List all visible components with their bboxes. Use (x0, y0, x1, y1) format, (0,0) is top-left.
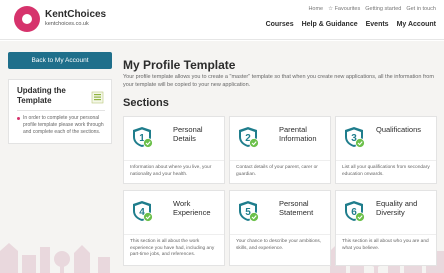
site-logo[interactable]: KentChoices kentchoices.co.uk (14, 6, 106, 32)
shield-check-icon: 1 (133, 127, 153, 148)
shield-check-icon: 3 (345, 127, 365, 148)
card-title: Personal Statement (279, 199, 314, 217)
card-title: Work Experience (173, 199, 211, 217)
util-nav-get-in-touch[interactable]: Get in touch (406, 6, 436, 12)
card-title: Parental Information (279, 125, 317, 143)
section-card-work-experience[interactable]: 4 Work Experience This section is all ab… (123, 190, 225, 266)
util-nav-favourites[interactable]: ☆ Favourites (328, 6, 360, 12)
side-card-title: Updating the Template (17, 86, 66, 105)
card-description: Contact details of your parent, carer or… (236, 165, 318, 177)
nav-help-guidance[interactable]: Help & Guidance (302, 21, 358, 28)
nav-courses[interactable]: Courses (266, 21, 294, 28)
util-nav-home[interactable]: Home (308, 6, 323, 12)
updating-template-card: Updating the Template In order to comple… (8, 79, 112, 145)
card-description: Your chance to describe your ambitions, … (236, 239, 322, 251)
logo-mark-icon (14, 6, 40, 32)
sections-heading: Sections (123, 97, 169, 109)
main-nav: Courses Help & Guidance Events My Accoun… (266, 21, 436, 28)
section-card-parental-information[interactable]: 2 Parental Information Contact details o… (229, 116, 331, 184)
back-to-my-account-button[interactable]: Back to My Account (8, 52, 112, 69)
card-description: Information about where you live, your n… (130, 165, 212, 177)
section-card-personal-details[interactable]: 1 Personal Details Information about whe… (123, 116, 225, 184)
card-description: This section is all about the work exper… (130, 239, 215, 258)
card-description: List all your qualifications from second… (342, 165, 430, 177)
card-title: Personal Details (173, 125, 203, 143)
divider (17, 110, 105, 112)
shield-check-icon: 2 (239, 127, 259, 148)
util-nav-getting-started[interactable]: Getting started (365, 6, 401, 12)
shield-check-icon: 5 (239, 201, 259, 222)
site-header: KentChoices kentchoices.co.uk Home ☆ Fav… (0, 0, 444, 40)
utility-nav: Home ☆ Favourites Getting started Get in… (308, 6, 436, 12)
card-title: Qualifications (376, 125, 422, 134)
sidebar: Back to My Account Updating the Template… (8, 52, 112, 145)
nav-my-account[interactable]: My Account (397, 21, 436, 28)
section-card-qualifications[interactable]: 3 Qualifications List all your qualifica… (335, 116, 437, 184)
document-list-icon (91, 91, 104, 104)
shield-check-icon: 6 (345, 201, 365, 222)
section-card-personal-statement[interactable]: 5 Personal Statement Your chance to desc… (229, 190, 331, 266)
nav-events[interactable]: Events (366, 21, 389, 28)
logo-name: KentChoices (45, 9, 107, 21)
page-title: My Profile Template (123, 58, 236, 72)
card-description: This section is all about who you are an… (342, 239, 429, 251)
side-card-text: In order to complete your personal profi… (17, 115, 105, 135)
section-card-equality-diversity[interactable]: 6 Equality and Diversity This section is… (335, 190, 437, 266)
intro-text: Your profile template allows you to crea… (123, 74, 434, 88)
logo-url: kentchoices.co.uk (45, 21, 89, 28)
card-title: Equality and Diversity (376, 199, 418, 217)
shield-check-icon: 4 (133, 201, 153, 222)
